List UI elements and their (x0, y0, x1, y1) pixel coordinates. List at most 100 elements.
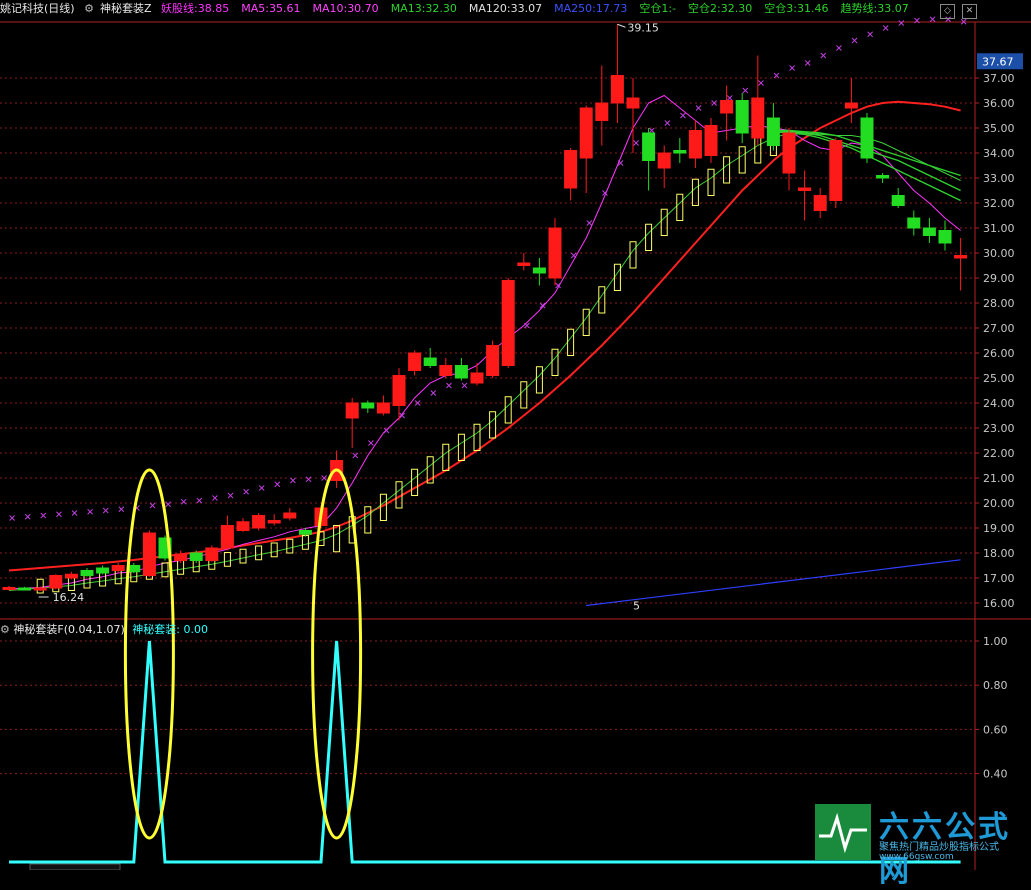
y-tick-label: 21.00 (983, 472, 1015, 485)
candle-body (501, 280, 515, 366)
candle-body (564, 150, 578, 189)
candle-body (610, 75, 624, 104)
candle-body (376, 402, 390, 414)
y-tick-label: 24.00 (983, 397, 1015, 410)
candle-body (96, 567, 110, 574)
five-label: 5 (633, 600, 640, 613)
collapse-icon[interactable]: ◇ (940, 4, 955, 19)
candle-body (579, 107, 593, 159)
candle-body (766, 117, 780, 146)
candle-body (891, 195, 905, 206)
y-tick-label: 36.00 (983, 97, 1015, 110)
y-tick-label: 29.00 (983, 272, 1015, 285)
indicator-item-value: 31.46 (796, 2, 829, 15)
candle-body (829, 140, 843, 201)
candle-body (408, 352, 422, 371)
indicator-item: MA120:33.07 (469, 2, 548, 15)
indicator-name[interactable]: 神秘套装Z (100, 2, 152, 15)
watermark-subtitle: 聚焦热门精品炒股指标公式 (879, 842, 999, 853)
candle-body (49, 575, 63, 589)
period-label: (日线) (44, 2, 75, 15)
close-icon[interactable]: ✕ (962, 4, 977, 19)
kline-chart[interactable]: 16.00 17.00 18.00 19.00 20.00 21.00 22.00 23.00… (0, 0, 1031, 870)
candle-body (236, 521, 250, 531)
candle-body (2, 587, 16, 590)
sub-value: 0.00 (183, 623, 209, 636)
candle-body (470, 372, 484, 384)
candle-body (688, 130, 702, 159)
y-tick-label: 23.00 (983, 422, 1015, 435)
candle-body (64, 573, 78, 579)
candle-body (860, 117, 874, 159)
sub-y-tick-label: 0.80 (983, 679, 1008, 692)
candle-body (782, 132, 796, 174)
indicator-item-label: MA250: (554, 2, 596, 15)
indicator-item-value: 32.30 (425, 2, 457, 15)
y-tick-label: 32.00 (983, 197, 1015, 210)
candle-body (174, 553, 188, 561)
indicator-item-label: MA120: (468, 2, 511, 15)
y-tick-label: 19.00 (983, 522, 1015, 535)
indicator-item: MA5:35.61 (241, 2, 306, 15)
y-tick-label: 34.00 (983, 147, 1015, 160)
chart-background (0, 0, 1031, 870)
indicator-item: 妖股线:38.85 (161, 2, 235, 15)
stock-name[interactable]: 姚记科技 (0, 2, 44, 15)
candle-body (283, 512, 297, 519)
candle-body (673, 150, 687, 154)
candle-body (111, 565, 125, 571)
candle-body (844, 102, 858, 109)
sub-value-label: 神秘套装: (132, 623, 180, 636)
indicator-item-value: 38.85 (197, 2, 230, 15)
y-tick-label: 22.00 (983, 447, 1015, 460)
indicator-item: MA10:30.70 (312, 2, 384, 15)
sub-indicator-name[interactable]: 神秘套装F (13, 623, 63, 636)
indicator-item-label: 空仓1: (639, 2, 673, 15)
y-tick-label: 25.00 (983, 372, 1015, 385)
indicator-item-label: 趋势线: (840, 2, 878, 15)
indicator-item-value: 17.73 (595, 2, 628, 15)
y-tick-label: 27.00 (983, 322, 1015, 335)
sub-y-tick-label: 0.40 (983, 768, 1008, 781)
indicator-item: 空仓1:- (639, 2, 682, 15)
candle-body (876, 175, 890, 179)
indicator-item-label: 妖股线: (161, 2, 198, 15)
indicator-item-value: 33.07 (877, 2, 909, 15)
pulse-logo-icon (815, 804, 871, 860)
candle-body (720, 100, 734, 114)
gear-icon[interactable]: ⚙ (84, 2, 94, 15)
y-tick-label: 17.00 (983, 572, 1015, 585)
indicator-item-value: 32.30 (720, 2, 753, 15)
candle-body (252, 515, 266, 529)
watermark-url: www.66gsw.com (879, 852, 954, 862)
gear-icon[interactable]: ⚙ (0, 623, 10, 636)
y-tick-label: 31.00 (983, 222, 1015, 235)
sub-y-tick-label: 1.00 (983, 635, 1008, 648)
candle-body (33, 587, 47, 591)
candle-body (798, 187, 812, 191)
candle-body (735, 100, 749, 134)
candle-body (595, 102, 609, 121)
indicator-item-label: MA10: (312, 2, 348, 15)
indicator-item: 空仓2:32.30 (688, 2, 758, 15)
candle-body (548, 227, 562, 279)
candle-body (298, 530, 312, 535)
candle-body (751, 97, 765, 139)
y-tick-label: 16.00 (983, 597, 1015, 610)
candle-body (454, 365, 468, 379)
candle-body (142, 532, 156, 576)
indicator-item: 趋势线:33.07 (840, 2, 914, 15)
candle-body (954, 255, 968, 259)
indicator-item-label: 空仓2: (688, 2, 721, 15)
candle-body (439, 365, 453, 376)
candle-body (657, 152, 671, 169)
indicator-item-label: MA5: (241, 2, 269, 15)
candle-body (532, 267, 546, 274)
indicator-item-value: 33.07 (510, 2, 543, 15)
indicator-item: MA13:32.30 (391, 2, 463, 15)
y-tick-label: 37.00 (983, 72, 1015, 85)
high-price-label: 39.15 (627, 21, 659, 34)
indicator-values: 妖股线:38.85 MA5:35.61 MA10:30.70 MA13:32.30 MA… (161, 2, 921, 15)
candle-body (205, 547, 219, 561)
sub-chart-header: ⚙ 神秘套装F(0.04,1.07) 神秘套装: 0.00 (0, 621, 208, 639)
